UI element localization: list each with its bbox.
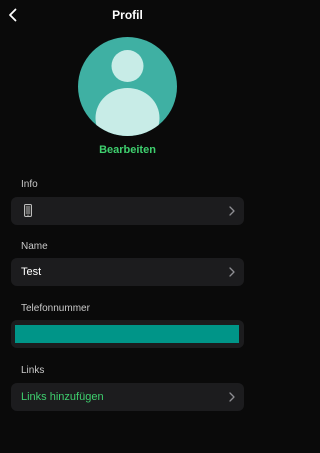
phone-label: Telefonnummer [21,303,90,314]
mobile-phone-icon [24,204,32,217]
avatar[interactable] [78,37,177,136]
edit-profile-link[interactable]: Bearbeiten [0,144,255,156]
links-label: Links [21,365,45,376]
page-title: Profil [112,8,143,22]
info-label: Info [21,179,38,190]
chevron-right-icon [229,206,235,216]
phone-row[interactable] [11,320,244,348]
chevron-right-icon [229,392,235,402]
user-silhouette-icon [95,50,160,136]
header: Profil [0,0,255,32]
chevron-right-icon [229,267,235,277]
info-row[interactable] [11,197,244,225]
phone-number-redacted [15,325,239,343]
add-links-label: Links hinzufügen [21,391,104,403]
add-links-row[interactable]: Links hinzufügen [11,383,244,411]
name-row[interactable]: Test [11,258,244,286]
name-value: Test [21,266,42,278]
name-label: Name [21,241,48,252]
